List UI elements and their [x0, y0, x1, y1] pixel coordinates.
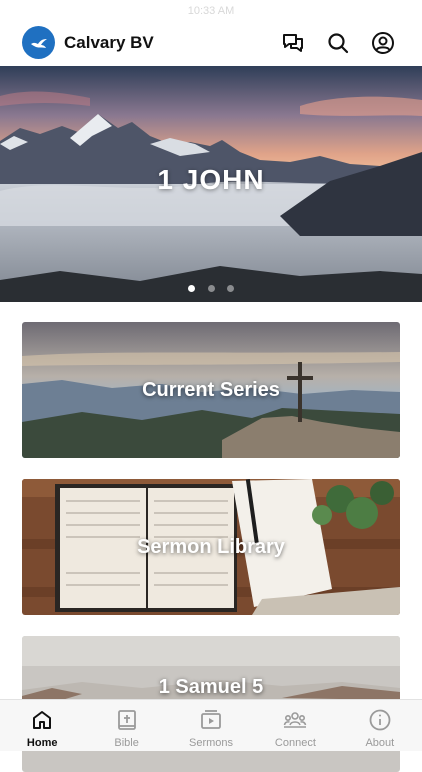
- tab-bar: Home Bible Sermons Connect About: [0, 699, 422, 751]
- tab-sermons[interactable]: Sermons: [169, 700, 253, 751]
- app-title: Calvary BV: [64, 33, 154, 52]
- app-header: Calvary BV: [0, 22, 422, 66]
- current-series-label: Current Series: [142, 378, 280, 401]
- search-button[interactable]: [325, 30, 351, 56]
- sermon-library-card[interactable]: Sermon Library: [22, 479, 400, 615]
- messages-button[interactable]: [280, 30, 306, 56]
- tab-connect-label: Connect: [274, 737, 316, 749]
- hero-banner[interactable]: 1 JOHN: [0, 66, 422, 302]
- tab-connect[interactable]: Connect: [253, 700, 337, 751]
- tab-bible-label: Bible: [114, 737, 139, 749]
- user-circle-icon: [372, 32, 394, 54]
- chat-bubbles-icon: [283, 34, 303, 52]
- dove-icon: [30, 38, 47, 48]
- info-icon: [369, 709, 391, 731]
- tab-home[interactable]: Home: [0, 700, 84, 751]
- status-bar: 10:33 AM: [0, 0, 422, 22]
- current-series-card[interactable]: Current Series: [22, 322, 400, 458]
- hero-title: 1 JOHN: [157, 164, 265, 195]
- tab-sermons-label: Sermons: [189, 737, 234, 749]
- carousel-dot[interactable]: [207, 285, 215, 292]
- carousel-indicator: [0, 279, 422, 297]
- bible-icon: [117, 710, 136, 730]
- tab-about[interactable]: About: [338, 700, 422, 751]
- carousel-dot[interactable]: [226, 285, 234, 292]
- tab-home-label: Home: [26, 737, 58, 749]
- sermon-library-label: Sermon Library: [137, 535, 285, 558]
- app-logo[interactable]: [22, 26, 55, 59]
- video-play-icon: [201, 710, 221, 729]
- search-icon: [328, 33, 349, 54]
- profile-button[interactable]: [370, 30, 396, 56]
- group-icon: [284, 712, 307, 728]
- carousel-dot[interactable]: [188, 285, 196, 292]
- status-time: 10:33 AM: [187, 5, 235, 17]
- tab-about-label: About: [365, 737, 395, 749]
- home-icon: [33, 711, 52, 729]
- tab-bible[interactable]: Bible: [84, 700, 168, 751]
